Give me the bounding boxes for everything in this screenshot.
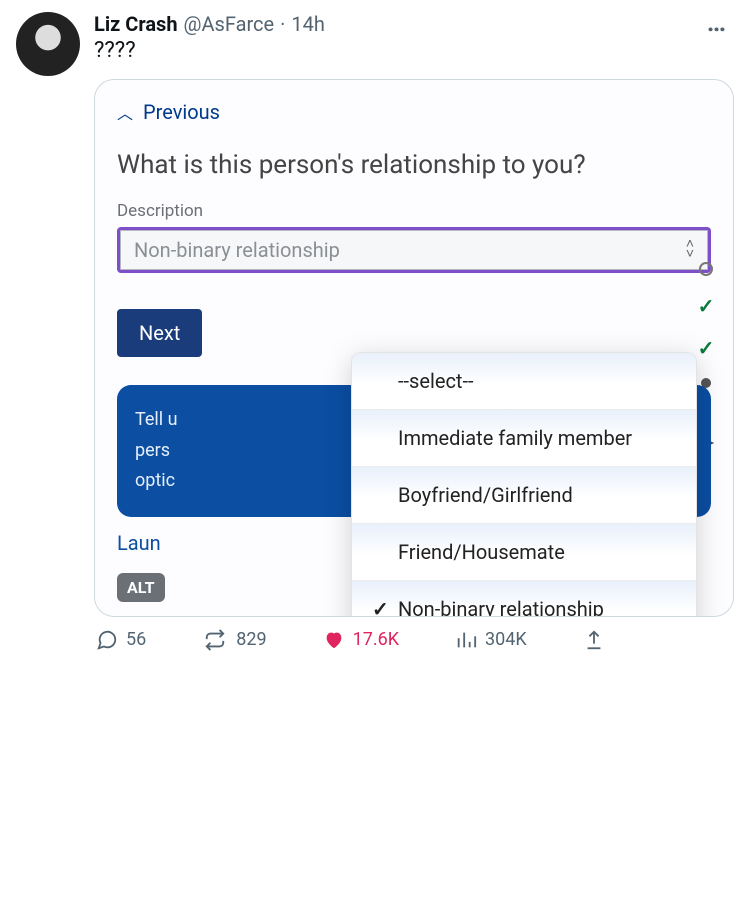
option-label: Friend/Housemate	[398, 540, 565, 564]
option-label: Boyfriend/Girlfriend	[398, 483, 573, 507]
option-label: Immediate family member	[398, 426, 632, 450]
dropdown-option-nonbinary[interactable]: ✓ Non-binary relationship	[352, 581, 696, 617]
select-value: Non-binary relationship	[134, 238, 340, 262]
retweet-icon	[202, 629, 228, 651]
avatar[interactable]	[16, 12, 80, 76]
retweet-button[interactable]: 829	[202, 629, 266, 651]
dropdown-option-family[interactable]: Immediate family member	[352, 410, 696, 467]
option-label: --select--	[398, 369, 474, 393]
handle[interactable]: @AsFarce	[184, 12, 275, 36]
next-button[interactable]: Next	[117, 309, 202, 357]
relationship-dropdown: --select-- Immediate family member Boyfr…	[351, 352, 697, 617]
media-card: ︿ Previous What is this person's relatio…	[94, 79, 734, 617]
share-button[interactable]	[583, 629, 605, 651]
chevron-up-icon: ︿	[117, 100, 133, 124]
tweet-body: Liz Crash @AsFarce · 14h … ???? ︿ Previo…	[94, 12, 734, 663]
alt-badge[interactable]: ALT	[117, 573, 165, 602]
views-count: 304K	[485, 629, 527, 650]
more-options-icon[interactable]: …	[707, 10, 728, 36]
timestamp[interactable]: 14h	[291, 12, 325, 36]
question-heading: What is this person's relationship to yo…	[117, 148, 711, 183]
like-button[interactable]: 17.6K	[323, 629, 399, 651]
select-row: Non-binary relationship ˄˅	[117, 227, 711, 273]
reply-icon	[96, 629, 118, 651]
views-icon	[455, 629, 477, 651]
option-label: Non-binary relationship	[398, 597, 604, 617]
tweet-text: ????	[94, 38, 734, 63]
check-icon: ✓	[372, 597, 390, 617]
dropdown-option-boyfriend-girlfriend[interactable]: Boyfriend/Girlfriend	[352, 467, 696, 524]
tweet-actions: 56 829 17.6K 304K	[94, 625, 734, 663]
separator: ·	[280, 12, 285, 36]
dropdown-option-friend-housemate[interactable]: Friend/Housemate	[352, 524, 696, 581]
share-icon	[583, 629, 605, 651]
views-button[interactable]: 304K	[455, 629, 527, 651]
tweet-header: Liz Crash @AsFarce · 14h	[94, 12, 734, 36]
reply-count: 56	[126, 629, 146, 650]
dropdown-option-select[interactable]: --select--	[352, 353, 696, 410]
status-check-icon: ✓	[698, 336, 715, 360]
updown-icon: ˄˅	[686, 240, 694, 260]
retweet-count: 829	[236, 629, 266, 650]
display-name[interactable]: Liz Crash	[94, 12, 178, 36]
relationship-select[interactable]: Non-binary relationship ˄˅	[117, 227, 711, 273]
tweet-container: Liz Crash @AsFarce · 14h … ???? ︿ Previo…	[0, 0, 750, 675]
heart-icon	[323, 629, 345, 651]
previous-link[interactable]: ︿ Previous	[117, 100, 711, 124]
reply-button[interactable]: 56	[96, 629, 146, 651]
status-check-icon: ✓	[698, 294, 715, 318]
description-label: Description	[117, 201, 711, 221]
status-empty-circle	[699, 262, 713, 276]
like-count: 17.6K	[353, 629, 399, 650]
previous-label: Previous	[143, 100, 220, 124]
avatar-image	[16, 12, 80, 76]
